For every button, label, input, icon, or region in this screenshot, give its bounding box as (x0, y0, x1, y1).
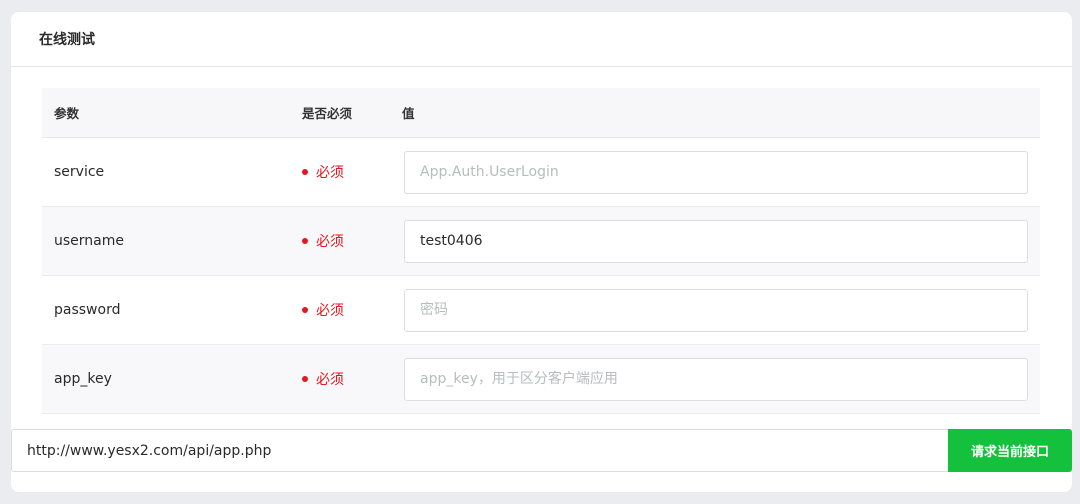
required-dot-icon (302, 169, 308, 175)
table-row-password: password 必须 (42, 276, 1040, 345)
username-input[interactable] (404, 219, 1028, 263)
header-param: 参数 (54, 106, 80, 121)
table-row-username: username 必须 (42, 207, 1040, 276)
param-name: username (54, 233, 124, 249)
service-input[interactable] (404, 150, 1028, 194)
required-label: 必须 (316, 372, 344, 388)
required-dot-icon (302, 238, 308, 244)
param-name: service (54, 164, 105, 180)
required-dot-icon (302, 307, 308, 313)
password-input[interactable] (404, 288, 1028, 332)
required-label: 必须 (316, 165, 344, 181)
required-label: 必须 (316, 234, 344, 250)
required-badge: 必须 (302, 162, 344, 182)
required-badge: 必须 (302, 369, 344, 389)
required-dot-icon (302, 376, 308, 382)
header-required: 是否必须 (302, 106, 353, 121)
param-name: app_key (54, 371, 112, 387)
table-header: 参数 是否必须 值 (42, 88, 1040, 138)
request-url-bar: 请求当前接口 (11, 429, 1072, 472)
param-table: 参数 是否必须 值 service 必须 username 必须 passwor… (42, 88, 1040, 414)
required-badge: 必须 (302, 300, 344, 320)
param-name: password (54, 302, 121, 318)
request-submit-button[interactable]: 请求当前接口 (948, 429, 1072, 472)
request-url-input[interactable] (11, 429, 948, 472)
table-row-app-key: app_key 必须 (42, 345, 1040, 414)
online-test-card: 在线测试 参数 是否必须 值 service 必须 username 必须 pa… (11, 12, 1072, 492)
required-label: 必须 (316, 303, 344, 319)
required-badge: 必须 (302, 231, 344, 251)
table-row-service: service 必须 (42, 138, 1040, 207)
card-title: 在线测试 (39, 32, 95, 48)
app-key-input[interactable] (404, 357, 1028, 401)
card-header: 在线测试 (11, 12, 1072, 67)
header-value: 值 (402, 106, 415, 121)
